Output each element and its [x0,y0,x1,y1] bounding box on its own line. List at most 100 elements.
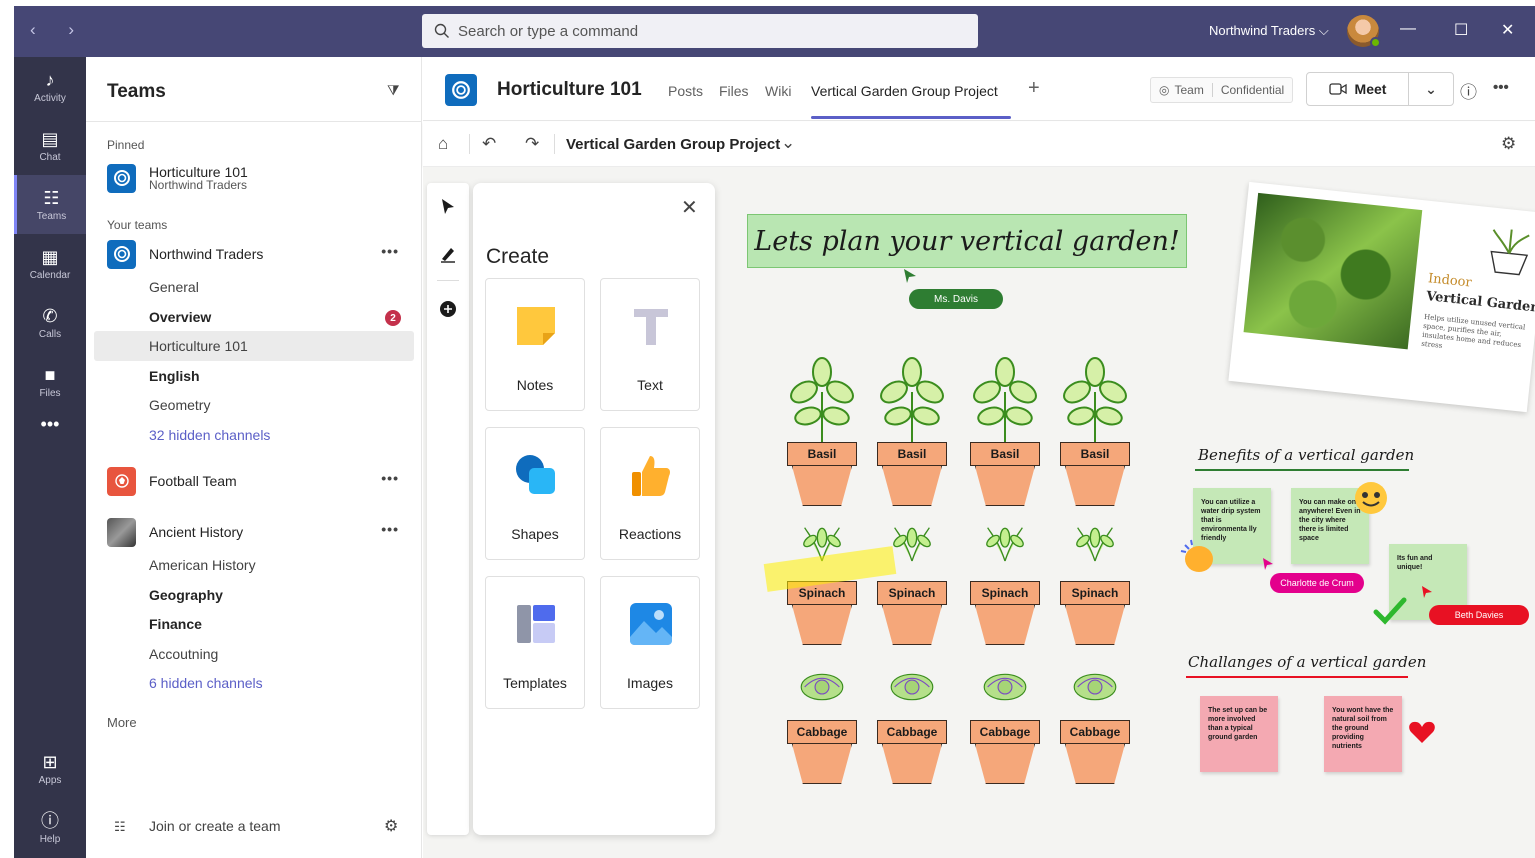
redo-icon[interactable]: ↷ [525,134,539,154]
sensitivity-tag[interactable]: ◎ Team Confidential [1150,77,1294,103]
add-icon[interactable] [427,291,469,327]
minimize-button[interactable]: — [1400,20,1416,38]
avatar[interactable] [1347,15,1381,48]
rail-teams[interactable]: ☷ Teams [14,175,86,234]
more-options-icon[interactable]: ••• [381,243,399,259]
meet-label: Meet [1354,81,1387,97]
rail-calendar[interactable]: ▦ Calendar [14,234,86,293]
vertical-garden-photo [1243,192,1423,350]
team-northwind[interactable]: Northwind Traders ••• [107,239,407,269]
join-create-team[interactable]: Join or create a team [149,818,281,834]
rail-chat[interactable]: ▤ Chat [14,116,86,175]
pot-body [1065,466,1125,506]
maximize-button[interactable]: ☐ [1454,20,1468,40]
pen-icon[interactable] [427,236,469,272]
pot-body [792,744,852,784]
more-options-icon[interactable]: ••• [381,521,399,537]
plant-pot[interactable]: Basil [1060,357,1130,530]
plant-pot[interactable]: Cabbage [1060,673,1130,808]
settings-gear-icon[interactable]: ⚙ [1501,134,1516,154]
create-templates-button[interactable]: Templates [485,576,585,709]
shapes-label: Shapes [511,526,559,542]
rail-activity[interactable]: ♪ Activity [14,57,86,116]
channel-geometry[interactable]: Geometry [149,397,210,413]
plant-pot[interactable]: Spinach [787,527,857,669]
whiteboard-canvas[interactable]: ✕ Create Notes Text Shapes Reactions Tem… [423,167,1535,858]
channel-accoutning[interactable]: Accoutning [149,646,218,662]
nav-arrows[interactable]: ‹ › [30,20,88,40]
undo-icon[interactable]: ↶ [482,134,496,154]
challenge-note-1[interactable]: The set up can be more involved than a t… [1200,696,1278,772]
plant-pot[interactable]: Spinach [877,527,947,669]
pinned-team-horticulture[interactable]: Horticulture 101 Northwind Traders [107,163,407,193]
whiteboard-title[interactable]: Vertical Garden Group Project [566,136,780,153]
close-window-button[interactable]: ✕ [1501,20,1514,40]
challenge-note-2[interactable]: You wont have the natural soil from the … [1324,696,1402,772]
close-icon[interactable]: ✕ [681,195,698,220]
selected-channel-highlight [94,331,414,361]
create-reactions-button[interactable]: Reactions [600,427,700,560]
plant-pot[interactable]: Cabbage [877,673,947,808]
create-title: Create [486,245,550,268]
channel-general[interactable]: General [149,279,199,295]
rail-calls[interactable]: ✆ Calls [14,293,86,352]
chevron-down-icon[interactable]: ⌄ [1409,81,1453,98]
more-label[interactable]: More [107,715,137,730]
channel-finance[interactable]: Finance [149,616,202,632]
rail-more[interactable]: ••• [14,405,86,445]
settings-gear-icon[interactable]: ⚙ [384,816,398,836]
create-text-button[interactable]: Text [600,278,700,411]
headline-note[interactable]: Lets plan your vertical garden! [747,214,1187,268]
hidden-channels-link[interactable]: 6 hidden channels [149,675,263,691]
rail-files[interactable]: ■ Files [14,352,86,411]
channel-american-history[interactable]: American History [149,557,256,573]
team-football[interactable]: Football Team ••• [107,466,407,496]
cursor-pointer-icon [1263,558,1273,570]
channel-overview[interactable]: Overview [149,309,211,325]
plant-pot[interactable]: Spinach [970,527,1040,669]
plant-pot[interactable]: Basil [970,357,1040,530]
create-notes-button[interactable]: Notes [485,278,585,411]
home-icon[interactable]: ⌂ [438,134,448,154]
hidden-channels-link[interactable]: 32 hidden channels [149,427,270,443]
add-tab-button[interactable]: + [1028,77,1040,100]
cabbage-plant-icon [1073,673,1117,701]
plant-pot[interactable]: Basil [787,357,857,530]
spinach-plant-icon [1076,527,1114,562]
select-pointer-icon[interactable] [427,189,469,225]
filter-icon[interactable]: ⧩ [387,82,400,99]
rail-apps[interactable]: ⊞ Apps [14,739,86,798]
join-team-icon[interactable]: ☷ [114,819,126,835]
tab-wiki[interactable]: Wiki [765,83,791,99]
tab-posts[interactable]: Posts [668,83,703,99]
plant-pot[interactable]: Cabbage [970,673,1040,808]
plant-pot[interactable]: Spinach [1060,527,1130,669]
info-icon[interactable]: ⓘ [1460,78,1477,103]
create-shapes-button[interactable]: Shapes [485,427,585,560]
cabbage-plant-icon [983,673,1027,701]
tab-files[interactable]: Files [719,83,749,99]
team-ancient-history[interactable]: Ancient History ••• [107,517,407,547]
create-panel: ✕ Create Notes Text Shapes Reactions Tem… [473,183,715,835]
benefits-title: Benefits of a vertical garden [1198,446,1415,464]
photo-card[interactable]: Indoor Vertical Gardens Helps utilize un… [1228,181,1535,413]
channel-english[interactable]: English [149,368,200,384]
app-rail: ♪ Activity ▤ Chat ☷ Teams ▦ Calendar ✆ Calls … [14,57,86,858]
photo-card-title-1: Indoor [1427,271,1473,291]
channel-horticulture-101[interactable]: Horticulture 101 [149,338,248,354]
more-options-icon[interactable]: ••• [381,470,399,486]
tab-vertical-garden[interactable]: Vertical Garden Group Project [811,83,998,99]
create-images-button[interactable]: Images [600,576,700,709]
plant-pot[interactable]: Cabbage [787,673,857,808]
search-icon [434,23,449,38]
unread-badge: 2 [385,310,401,326]
plant-pot[interactable]: Basil [877,357,947,530]
search-input[interactable]: Search or type a command [422,14,978,48]
more-options-icon[interactable]: ••• [1493,79,1509,96]
rail-help[interactable]: ⓘ Help [14,798,86,857]
chevron-down-icon[interactable]: ⌄ [781,133,795,153]
channel-geography[interactable]: Geography [149,587,223,603]
org-switcher[interactable]: Northwind Traders ⌵ [1209,23,1329,39]
title-bar: ‹ › Search or type a command Northwind T… [14,6,1535,57]
meet-button[interactable]: Meet ⌄ [1306,72,1454,106]
